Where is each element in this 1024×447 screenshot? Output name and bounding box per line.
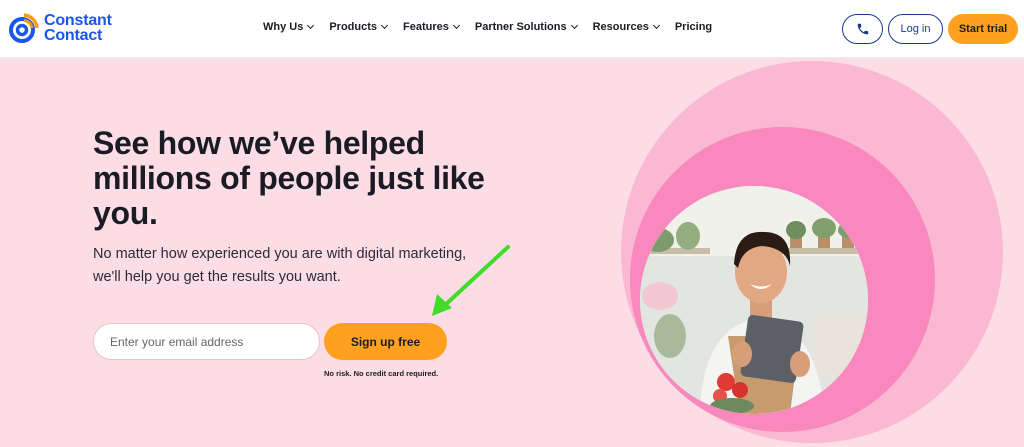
nav-item-pricing[interactable]: Pricing bbox=[675, 21, 712, 33]
logo-wordmark: Constant Contact bbox=[44, 12, 112, 44]
phone-button[interactable] bbox=[842, 14, 883, 44]
login-button[interactable]: Log in bbox=[888, 14, 943, 44]
nav-item-label: Resources bbox=[592, 21, 649, 33]
phone-icon bbox=[857, 23, 868, 35]
no-risk-note: No risk. No credit card required. bbox=[324, 369, 439, 378]
chevron-down-icon bbox=[652, 21, 660, 30]
chevron-down-icon bbox=[570, 21, 578, 30]
logo-line-2: Contact bbox=[44, 27, 103, 44]
nav-item-partner-solutions[interactable]: Partner Solutions bbox=[474, 21, 578, 33]
site-header: Constant Contact Why Us Products Feature… bbox=[0, 0, 1024, 58]
nav-item-label: Products bbox=[329, 21, 378, 33]
chevron-down-icon bbox=[307, 21, 315, 30]
nav-item-label: Why Us bbox=[263, 21, 304, 33]
chevron-down-icon bbox=[452, 21, 460, 30]
green-arrow-annotation-icon bbox=[432, 245, 510, 316]
nav-item-resources[interactable]: Resources bbox=[592, 21, 660, 33]
email-input[interactable] bbox=[93, 323, 320, 360]
logo-line-1: Constant bbox=[44, 12, 112, 29]
constant-contact-logo[interactable]: Constant Contact bbox=[8, 12, 112, 44]
hero-headline: See how we’ve helped millions of people … bbox=[93, 125, 485, 231]
main-nav: Why Us Products Features Partner Solutio… bbox=[263, 21, 728, 33]
nav-item-label: Features bbox=[403, 21, 449, 33]
florist-with-tablet-illustration bbox=[640, 186, 868, 414]
sign-up-free-button[interactable]: Sign up free bbox=[324, 323, 447, 360]
logo-mark-icon bbox=[9, 13, 39, 43]
nav-item-why-us[interactable]: Why Us bbox=[263, 21, 315, 33]
nav-item-label: Partner Solutions bbox=[474, 21, 567, 33]
start-trial-button[interactable]: Start trial bbox=[948, 14, 1018, 44]
nav-item-label: Pricing bbox=[674, 21, 713, 33]
hero-subhead: No matter how experienced you are with d… bbox=[93, 246, 467, 285]
nav-item-features[interactable]: Features bbox=[403, 21, 460, 33]
chevron-down-icon bbox=[380, 21, 389, 30]
nav-item-products[interactable]: Products bbox=[329, 21, 389, 33]
hero-photo bbox=[640, 186, 868, 414]
